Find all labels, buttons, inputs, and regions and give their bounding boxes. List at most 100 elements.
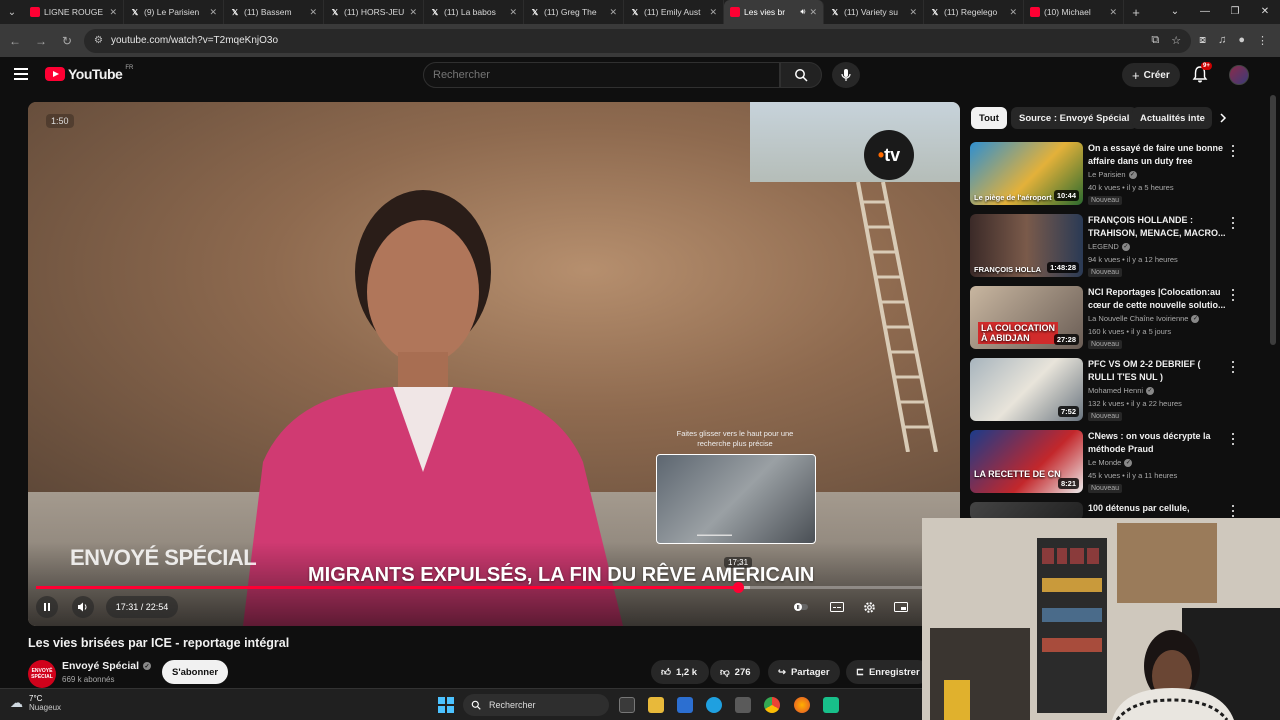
browser-tab[interactable]: Les vies br 🔊︎ ✕: [724, 0, 824, 24]
tab-close-icon[interactable]: ✕: [709, 7, 717, 18]
recommendation-title[interactable]: 100 détenus par cellule,: [1088, 502, 1226, 515]
bookmark-star-icon[interactable]: ☆: [1171, 34, 1181, 47]
chrome-icon[interactable]: [764, 697, 780, 713]
more-actions-icon[interactable]: [1229, 504, 1237, 518]
recommendation-channel[interactable]: Mohamed Henni: [1088, 386, 1143, 395]
more-actions-icon[interactable]: [1229, 216, 1237, 230]
channel-avatar[interactable]: ENVOYÉ SPÉCIAL: [28, 660, 56, 688]
new-tab-button[interactable]: +: [1124, 5, 1148, 20]
browser-tab[interactable]: 𝕏 (11) La babos ✕: [424, 0, 524, 24]
taskbar-search[interactable]: Rechercher: [463, 694, 609, 716]
recommendation-item[interactable]: Le piège de l'aéroport 10:44 On a essayé d…: [970, 142, 1240, 206]
more-actions-icon[interactable]: [1229, 288, 1237, 302]
search-input[interactable]: [433, 69, 779, 81]
omnibox[interactable]: ⚙ youtube.com/watch?v=T2mqeKnjO3o ⧉ ☆: [84, 28, 1192, 53]
browser-tab[interactable]: 𝕏 (11) Bassem ✕: [224, 0, 324, 24]
browser-tab[interactable]: 𝕏 (11) HORS-JEU ✕: [324, 0, 424, 24]
recommendation-thumbnail[interactable]: LA RECETTE DE CN 8:21: [970, 430, 1083, 493]
maximize-button[interactable]: ❐: [1220, 0, 1250, 24]
progress-bar[interactable]: [36, 582, 952, 593]
recommendation-title[interactable]: CNews : on vous décrypte la méthode Prau…: [1088, 430, 1226, 455]
subscribe-button[interactable]: S'abonner: [162, 660, 229, 684]
store-icon[interactable]: [677, 697, 693, 713]
recommendation-channel[interactable]: La Nouvelle Chaîne Ivoirienne: [1088, 314, 1188, 323]
tab-close-icon[interactable]: ✕: [509, 7, 517, 18]
recommendation-title[interactable]: On a essayé de faire une bonne affaire d…: [1088, 142, 1226, 167]
page-scrollbar[interactable]: [1270, 95, 1276, 345]
youtube-logo[interactable]: YouTube FR: [45, 65, 133, 82]
recommendation-item[interactable]: FRANÇOIS HOLLA 1:48:28 FRANÇOIS HOLLANDE :…: [970, 214, 1240, 278]
reload-button[interactable]: ↻: [58, 34, 76, 48]
recommendation-title[interactable]: NCI Reportages |Colocation:au cœur de ce…: [1088, 286, 1226, 311]
tab-close-icon[interactable]: ✕: [609, 7, 617, 18]
browser-menu-icon[interactable]: ⋮: [1257, 34, 1268, 47]
app-icon[interactable]: [823, 697, 839, 713]
recommendation-thumbnail[interactable]: LA COLOCATION À ABIDJAN 27:28: [970, 286, 1083, 349]
browser-tab[interactable]: 𝕏 (11) Regelego ✕: [924, 0, 1024, 24]
tab-close-icon[interactable]: ✕: [1009, 7, 1017, 18]
media-controls-icon[interactable]: ♫: [1218, 34, 1226, 47]
tab-close-icon[interactable]: ✕: [109, 7, 117, 18]
subtitles-button[interactable]: [826, 596, 848, 618]
recommendation-channel[interactable]: Le Parisien: [1088, 170, 1126, 179]
recommendation-title[interactable]: FRANÇOIS HOLLANDE : TRAHISON, MENACE, MA…: [1088, 214, 1226, 239]
recommendation-channel[interactable]: LEGEND: [1088, 242, 1119, 251]
tab-close-icon[interactable]: ✕: [409, 7, 417, 18]
close-window-button[interactable]: ✕: [1250, 0, 1280, 24]
browser-tab[interactable]: 𝕏 (9) Le Parisien ✕: [124, 0, 224, 24]
autoplay-toggle[interactable]: [790, 596, 812, 618]
file-explorer-icon[interactable]: [648, 697, 664, 713]
browser-tab[interactable]: LIGNE ROUGE ✕: [24, 0, 124, 24]
browser-tab[interactable]: (10) Michael ✕: [1024, 0, 1124, 24]
install-app-icon[interactable]: ⧉: [1151, 34, 1159, 47]
chip-source[interactable]: Source : Envoyé Spécial: [1011, 107, 1138, 129]
recommendation-channel-row[interactable]: Mohamed Henni ✓: [1088, 386, 1155, 395]
recommendation-item[interactable]: 7:52 PFC VS OM 2-2 DEBRIEF ( RULLI T'ES N…: [970, 358, 1240, 422]
scrubber-handle[interactable]: [732, 582, 744, 593]
recommendation-thumbnail[interactable]: Le piège de l'aéroport 10:44: [970, 142, 1083, 205]
create-button[interactable]: + Créer: [1122, 63, 1180, 87]
extensions-icon[interactable]: ⧇: [1199, 34, 1206, 47]
search-button[interactable]: [780, 62, 822, 88]
chip-news[interactable]: Actualités inte: [1132, 107, 1212, 129]
more-actions-icon[interactable]: [1229, 144, 1237, 158]
dislike-button[interactable]: 👎︎ 276: [710, 660, 760, 684]
pause-button[interactable]: [36, 596, 58, 618]
more-actions-icon[interactable]: [1229, 360, 1237, 374]
share-button[interactable]: ↪ Partager: [768, 660, 840, 684]
recommendation-channel-row[interactable]: La Nouvelle Chaîne Ivoirienne ✓: [1088, 314, 1200, 323]
minimize-button[interactable]: —: [1190, 0, 1220, 24]
guide-menu-icon[interactable]: [14, 68, 28, 80]
account-avatar[interactable]: [1229, 65, 1249, 85]
settings-button[interactable]: [858, 596, 880, 618]
tab-menu-chevron-icon[interactable]: ⌄: [1160, 0, 1190, 24]
recommendation-item[interactable]: LA COLOCATION À ABIDJAN 27:28 NCI Reportag…: [970, 286, 1240, 350]
chevron-right-icon[interactable]: [1214, 109, 1232, 127]
start-button[interactable]: [438, 697, 454, 713]
recommendation-channel-row[interactable]: LEGEND ✓: [1088, 242, 1130, 251]
chip-all[interactable]: Tout: [971, 107, 1007, 129]
browser-tab[interactable]: 𝕏 (11) Greg The ✕: [524, 0, 624, 24]
tab-search-chevron-icon[interactable]: ⌄: [0, 0, 24, 24]
task-view-icon[interactable]: [619, 697, 635, 713]
site-settings-icon[interactable]: ⚙: [94, 35, 103, 46]
calculator-icon[interactable]: [735, 697, 751, 713]
notifications-button[interactable]: 9+: [1192, 62, 1212, 83]
voice-search-button[interactable]: [832, 62, 860, 88]
recommendation-title[interactable]: PFC VS OM 2-2 DEBRIEF ( RULLI T'ES NUL ): [1088, 358, 1226, 383]
tab-close-icon[interactable]: ✕: [809, 7, 817, 18]
profile-icon[interactable]: ●: [1238, 34, 1245, 47]
browser-tab[interactable]: 𝕏 (11) Variety su ✕: [824, 0, 924, 24]
tab-close-icon[interactable]: ✕: [909, 7, 917, 18]
recommendation-thumbnail[interactable]: 7:52: [970, 358, 1083, 421]
channel-name-row[interactable]: Envoyé Spécial ✓: [62, 660, 152, 672]
channel-name[interactable]: Envoyé Spécial: [62, 660, 139, 672]
tab-close-icon[interactable]: ✕: [209, 7, 217, 18]
recommendation-channel-row[interactable]: Le Monde ✓: [1088, 458, 1133, 467]
tab-close-icon[interactable]: ✕: [1109, 7, 1117, 18]
edge-icon[interactable]: [706, 697, 722, 713]
video-player[interactable]: 1:50 • tv ENVOYÉ SPÉCIAL MIGRANTS EXPULSÉ…: [28, 102, 960, 626]
tab-audio-icon[interactable]: 🔊︎: [800, 7, 805, 17]
forward-button[interactable]: →: [32, 34, 50, 48]
tab-close-icon[interactable]: ✕: [309, 7, 317, 18]
